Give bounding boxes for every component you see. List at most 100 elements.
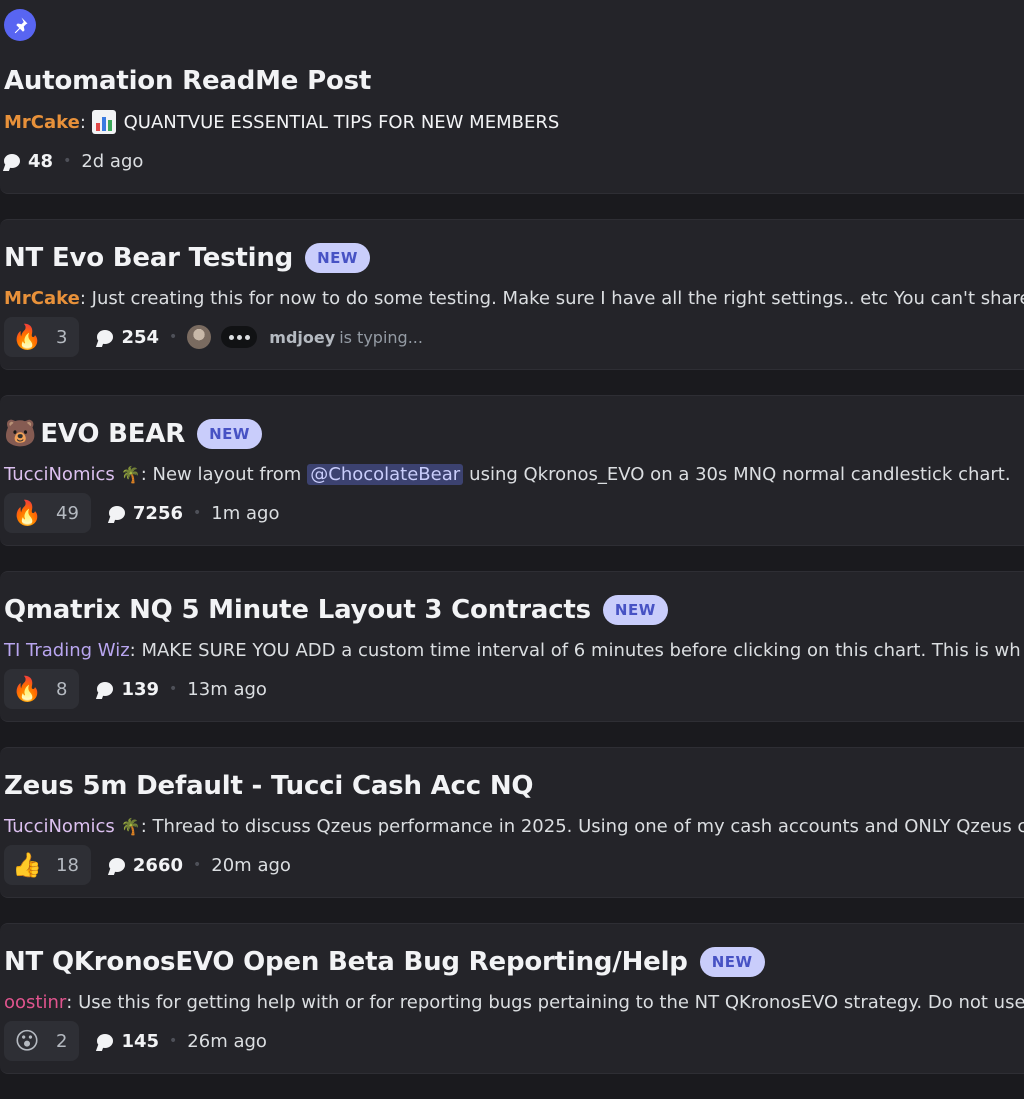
surprised-face-icon: 😮 (14, 1027, 40, 1055)
reaction-button[interactable]: 🔥 8 (4, 669, 80, 709)
typing-user: mdjoey (269, 327, 336, 347)
author-colon: : (140, 815, 153, 837)
reaction-button[interactable]: 👍 18 (4, 845, 91, 885)
comment-bubble-icon (4, 154, 20, 168)
post-author[interactable]: TucciNomics (4, 464, 115, 485)
post-author[interactable]: TI Trading Wiz (4, 640, 130, 661)
reaction-button[interactable]: 🔥 3 (4, 317, 80, 357)
forum-post-card[interactable]: Zeus 5m Default - Tucci Cash Acc NQ Tucc… (0, 747, 1024, 898)
comment-count: 139 (97, 679, 159, 700)
comment-count: 254 (97, 327, 159, 348)
forum-post-card[interactable]: Automation ReadMe Post MrCake: QUANTVUE … (0, 0, 1024, 194)
new-badge: NEW (602, 595, 668, 625)
reaction-count: 18 (56, 854, 79, 876)
post-title-row: Automation ReadMe Post (4, 63, 371, 99)
fire-icon: 🔥 (12, 675, 42, 703)
post-time: 13m ago (187, 678, 267, 700)
author-colon: : (79, 111, 92, 133)
separator-dot: • (169, 329, 178, 345)
bar-chart-icon (91, 110, 116, 134)
reaction-button[interactable]: 😮 2 (4, 1021, 80, 1061)
separator-dot: • (63, 153, 72, 169)
post-message-start: New layout from (152, 463, 302, 485)
post-message: Use this for getting help with or for re… (78, 991, 1024, 1013)
reaction-button[interactable]: 🔥 49 (4, 493, 91, 533)
comment-bubble-icon (108, 858, 125, 872)
comment-count-value: 254 (121, 326, 160, 348)
author-colon: : (79, 287, 92, 309)
post-title-row: Zeus 5m Default - Tucci Cash Acc NQ (4, 768, 533, 804)
post-message: QUANTVUE ESSENTIAL TIPS FOR NEW MEMBERS (123, 111, 560, 133)
palm-tree-icon: 🌴 (120, 816, 141, 836)
post-title-row: NT QKronosEVO Open Beta Bug Reporting/He… (4, 944, 765, 980)
post-preview: TucciNomics 🌴: New layout from @Chocolat… (4, 461, 1011, 487)
post-author[interactable]: TucciNomics (4, 816, 115, 837)
post-preview: TI Trading Wiz: MAKE SURE YOU ADD a cust… (4, 637, 1021, 663)
forum-post-card[interactable]: NT Evo Bear Testing NEW MrCake: Just cre… (0, 219, 1024, 370)
comment-count: 2660 (108, 854, 184, 876)
separator-dot: • (169, 1033, 178, 1049)
fire-icon: 🔥 (12, 323, 42, 351)
post-title[interactable]: NT Evo Bear Testing (4, 243, 293, 273)
fire-icon: 🔥 (12, 499, 42, 527)
separator-dot: • (169, 681, 178, 697)
typing-text: is typing... (339, 327, 423, 347)
post-preview: oostinr: Use this for getting help with … (4, 989, 1024, 1015)
comment-count: 48 (4, 151, 53, 172)
comment-count-value: 7256 (132, 502, 184, 524)
post-author[interactable]: oostinr (4, 992, 66, 1013)
post-title[interactable]: Automation ReadMe Post (4, 66, 371, 96)
post-preview: TucciNomics 🌴: Thread to discuss Qzeus p… (4, 813, 1024, 839)
forum-post-list: Automation ReadMe Post MrCake: QUANTVUE … (0, 0, 1024, 1099)
post-title-row: Qmatrix NQ 5 Minute Layout 3 Contracts N… (4, 592, 668, 628)
post-meta: 48 • 2d ago (4, 141, 143, 181)
comment-count: 145 (97, 1031, 159, 1052)
post-title[interactable]: Qmatrix NQ 5 Minute Layout 3 Contracts (4, 595, 591, 625)
post-message: Thread to discuss Qzeus performance in 2… (152, 815, 1024, 837)
post-meta: 👍 18 2660 • 20m ago (4, 845, 291, 885)
post-title[interactable]: Zeus 5m Default - Tucci Cash Acc NQ (4, 771, 533, 801)
post-preview: MrCake: QUANTVUE ESSENTIAL TIPS FOR NEW … (4, 109, 559, 135)
typing-indicator-icon (221, 326, 258, 348)
comment-count-value: 2660 (132, 854, 184, 876)
pin-icon (4, 9, 36, 41)
post-time: 2d ago (81, 150, 144, 172)
reaction-count: 3 (56, 326, 68, 348)
comment-bubble-icon (108, 506, 125, 520)
post-message: MAKE SURE YOU ADD a custom time interval… (141, 639, 1021, 661)
avatar[interactable] (187, 325, 212, 349)
post-message: Just creating this for now to do some te… (91, 287, 1024, 309)
new-badge: NEW (699, 947, 765, 977)
user-mention[interactable]: @ChocolateBear (307, 463, 464, 485)
palm-tree-icon: 🌴 (120, 464, 141, 484)
comment-bubble-icon (97, 330, 114, 344)
post-title-row: 🐻 EVO BEAR NEW (4, 416, 262, 452)
post-title[interactable]: EVO BEAR (40, 419, 185, 449)
post-message-end: using Qkronos_EVO on a 30s MNQ normal ca… (469, 463, 1011, 485)
post-preview: MrCake: Just creating this for now to do… (4, 285, 1024, 311)
post-meta: 🔥 3 254 • mdjoey is typing... (4, 317, 423, 357)
forum-post-card[interactable]: NT QKronosEVO Open Beta Bug Reporting/He… (0, 923, 1024, 1074)
new-badge: NEW (305, 243, 370, 273)
comment-count-value: 48 (28, 150, 54, 172)
comment-bubble-icon (97, 682, 114, 696)
post-author[interactable]: MrCake (4, 288, 80, 309)
forum-post-card[interactable]: Qmatrix NQ 5 Minute Layout 3 Contracts N… (0, 571, 1024, 722)
post-title[interactable]: NT QKronosEVO Open Beta Bug Reporting/He… (4, 947, 688, 977)
comment-count-value: 139 (121, 678, 160, 700)
comment-count-value: 145 (121, 1030, 160, 1052)
post-time: 1m ago (211, 502, 280, 524)
new-badge: NEW (197, 419, 262, 449)
author-colon: : (129, 639, 142, 661)
reaction-count: 2 (56, 1030, 68, 1052)
comment-count: 7256 (108, 502, 184, 524)
post-author[interactable]: MrCake (4, 112, 80, 133)
forum-post-card[interactable]: 🐻 EVO BEAR NEW TucciNomics 🌴: New layout… (0, 395, 1024, 546)
thumbs-up-icon: 👍 (12, 851, 42, 879)
comment-bubble-icon (97, 1034, 114, 1048)
separator-dot: • (193, 857, 202, 873)
reaction-count: 8 (56, 678, 68, 700)
post-title-row: NT Evo Bear Testing NEW (4, 240, 370, 276)
post-time: 20m ago (211, 854, 291, 876)
bear-icon: 🐻 (4, 419, 37, 449)
